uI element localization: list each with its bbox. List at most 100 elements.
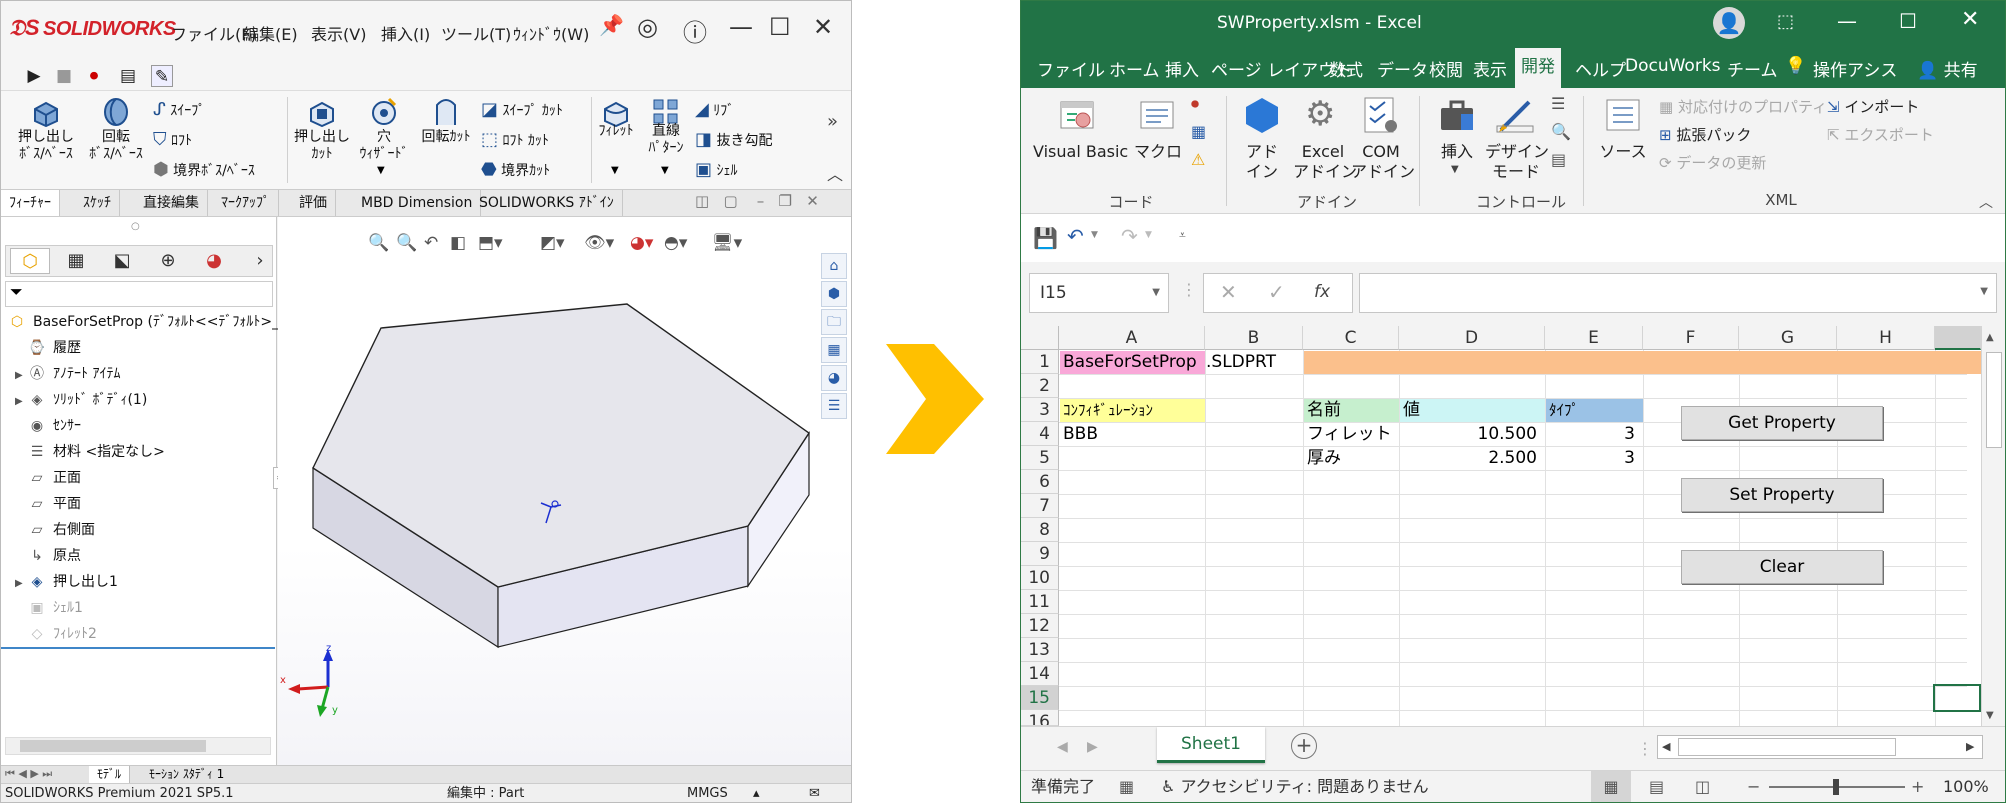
record-icon[interactable]: ⏺ [83, 65, 105, 87]
active-cell-i15[interactable] [1933, 684, 1981, 712]
macro-button[interactable]: マクロ [1131, 142, 1185, 162]
feedback-icon[interactable]: ✉ [809, 784, 820, 802]
column-header-h[interactable]: H [1837, 326, 1935, 350]
insert-control-button[interactable]: 挿入 [1431, 142, 1483, 162]
cell-b1[interactable]: .SLDPRT [1203, 350, 1279, 374]
addin-button[interactable]: アド イン [1233, 142, 1291, 182]
column-header-i[interactable] [1935, 326, 1981, 350]
hscroll-left-icon[interactable]: ◀ [1662, 740, 1670, 753]
tab-review[interactable]: 校閲 [1429, 56, 1463, 81]
tab-model[interactable]: ﾓﾃﾞﾙ [89, 766, 131, 783]
cell-d3[interactable]: 値 [1400, 398, 1423, 422]
boundary-boss-button[interactable]: ⬢ 境界ﾎﾞｽ/ﾍﾞｰｽ [153, 159, 255, 180]
hexagon-model[interactable]: z x y [278, 217, 818, 765]
rib-button[interactable]: ◢ ﾘﾌﾞ [695, 99, 734, 120]
run-dialog-icon[interactable]: ▤ [1551, 150, 1566, 169]
column-header-b[interactable]: B [1205, 326, 1303, 350]
minimize-icon[interactable]: — [1837, 9, 1857, 33]
tab-home[interactable]: ホーム [1109, 56, 1160, 81]
tab-formulas[interactable]: 数式 [1329, 56, 1363, 81]
zoom-level[interactable]: 100% [1943, 771, 1989, 802]
cell-a3[interactable]: ｺﾝﾌｨｷﾞｭﾚｰｼｮﾝ [1060, 398, 1156, 422]
dimxpert-tab-icon[interactable]: ⊕ [148, 248, 188, 274]
worksheet-grid[interactable]: A B C D E F G H 1 2 3 4 5 6 7 8 9 10 11 … [1021, 326, 2005, 726]
column-header-a[interactable]: A [1059, 326, 1205, 350]
cell-d5[interactable]: 2.500 [1400, 446, 1545, 470]
tree-item-material[interactable]: ☰ 材料 <指定なし> [15, 439, 165, 465]
cell-c4[interactable]: フィレット [1304, 422, 1395, 446]
design-mode-button[interactable]: デザイン モード [1485, 142, 1549, 182]
share-button[interactable]: 👤 共有 [1917, 56, 1978, 81]
sheet-next-icon[interactable]: ▶ [1087, 739, 1098, 755]
tell-me-search[interactable]: 操作アシス [1813, 56, 1897, 81]
macro-new-icon[interactable]: ▤ [117, 65, 139, 87]
sweep-button[interactable]: ᔑ ｽｲｰﾌﾟ [153, 99, 205, 120]
tab-developer[interactable]: 開発 [1515, 48, 1561, 88]
linear-pattern-button[interactable]: 直線 ﾊﾟﾀｰﾝ [639, 123, 693, 157]
tabs-next-icon[interactable]: › [240, 248, 280, 274]
row-header-6[interactable]: 6 [1021, 470, 1059, 494]
cell-e4[interactable]: 3 [1546, 422, 1643, 446]
vertical-scroll-thumb[interactable] [1986, 352, 2002, 448]
tab-mbd[interactable]: MBD Dimension [353, 190, 482, 216]
row-header-14[interactable]: 14 [1021, 662, 1059, 686]
cell-a4[interactable]: BBB [1060, 422, 1101, 446]
scroll-thumb[interactable] [20, 740, 206, 752]
lightbulb-icon[interactable]: 💡 [1785, 56, 1806, 76]
extrude-cut-button[interactable]: 押し出し ｶｯﾄ [289, 129, 355, 163]
sheet-prev-icon[interactable]: ◀ [1057, 739, 1068, 755]
scroll-down-icon[interactable]: ▼ [1986, 710, 1994, 721]
redo-icon[interactable]: ↷ [1121, 224, 1138, 248]
cell-e3[interactable]: ﾀｲﾌﾟ [1546, 398, 1582, 422]
tab-scroll-icons[interactable]: ⏮ ◀ ▶ ⏭ [5, 767, 52, 781]
import-button[interactable]: ⇲ インポート [1827, 96, 1919, 117]
tree-filter[interactable]: ⏷ [5, 281, 273, 307]
com-addin-button[interactable]: COM アドイン [1351, 142, 1415, 182]
cell-c5[interactable]: 厚み [1304, 446, 1344, 470]
tree-item-history[interactable]: ⌚ 履歴 [15, 335, 81, 361]
display-manager-tab-icon[interactable]: ◕ [194, 248, 234, 274]
insert-function-icon[interactable]: fx [1314, 282, 1330, 302]
tab-motion-study[interactable]: ﾓｰｼｮﾝ ｽﾀﾃﾞｨ 1 [141, 766, 232, 783]
row-header-11[interactable]: 11 [1021, 590, 1059, 614]
row-header-2[interactable]: 2 [1021, 374, 1059, 398]
excel-addin-button[interactable]: Excel アドイン [1293, 142, 1357, 182]
sw-menu-edit[interactable]: 編集(E) [243, 21, 298, 45]
column-header-c[interactable]: C [1303, 326, 1399, 350]
view-code-icon[interactable]: 🔍 [1551, 122, 1571, 141]
tab-markup[interactable]: ﾏｰｸｱｯﾌﾟ [213, 190, 279, 216]
scroll-up-icon[interactable]: ▲ [1986, 332, 1994, 343]
sw-menu-insert[interactable]: 挿入(I) [381, 21, 430, 45]
close-icon[interactable]: ✕ [1961, 7, 1979, 32]
tree-item-sensors[interactable]: ◉ ｾﾝｻｰ [15, 413, 81, 439]
row-header-9[interactable]: 9 [1021, 542, 1059, 566]
column-header-g[interactable]: G [1739, 326, 1837, 350]
rollback-bar[interactable] [1, 647, 275, 649]
tree-item-extrude1[interactable]: ▶ ◈ 押し出し1 [15, 569, 118, 595]
tree-item-solid-bodies[interactable]: ▶ ◈ ｿﾘｯﾄﾞ ﾎﾞﾃﾞｨ(1) [15, 387, 147, 413]
view-palette-icon[interactable]: ▦ [821, 337, 847, 363]
tree-item-origin[interactable]: ↳ 原点 [15, 543, 81, 569]
row-header-1[interactable]: 1 [1021, 350, 1059, 374]
row-header-16[interactable]: 16 [1021, 710, 1059, 726]
tab-view[interactable]: 表示 [1473, 56, 1507, 81]
macro-record-status-icon[interactable]: ▦ [1119, 771, 1134, 802]
tree-root[interactable]: ⬡ BaseForSetProp (ﾃﾞﾌｫﾙﾄ<<ﾃﾞﾌｫﾙﾄ>_表 [7, 309, 293, 335]
row-header-12[interactable]: 12 [1021, 614, 1059, 638]
ribbon-collapse-icon[interactable]: ︿ [827, 161, 843, 185]
row-header-10[interactable]: 10 [1021, 566, 1059, 590]
graphics-area[interactable]: 🔍 🔍 ↶ ◧ ⬒▾ ◩▾ 👁▾ ◕▾ ◓▾ 🖥▾ ⌂ ⬢ 🗀 ▦ ◕ ☰ z … [278, 217, 851, 765]
expand-formula-icon[interactable]: ▼ [1980, 286, 1988, 297]
fillet-dropdown-icon[interactable]: ▼ [611, 165, 619, 176]
tab-features[interactable]: ﾌｨｰﾁｬｰ [1, 190, 60, 216]
vertical-scrollbar[interactable]: ▲ ▼ [1981, 326, 2005, 726]
normal-view-icon[interactable]: ▦ [1591, 771, 1631, 802]
fillet-button[interactable]: ﾌｨﾚｯﾄ [591, 123, 641, 140]
properties-icon[interactable]: ☰ [1551, 94, 1565, 113]
pin-icon[interactable]: 📌 [599, 13, 624, 37]
shell-button[interactable]: ▣ ｼｪﾙ [695, 159, 737, 180]
row-header-15[interactable]: 15 [1021, 686, 1059, 710]
revolve-cut-button[interactable]: 回転ｶｯﾄ [415, 129, 477, 146]
tab-sketch[interactable]: ｽｹｯﾁ [75, 190, 120, 216]
set-property-button[interactable]: Set Property [1681, 478, 1883, 512]
